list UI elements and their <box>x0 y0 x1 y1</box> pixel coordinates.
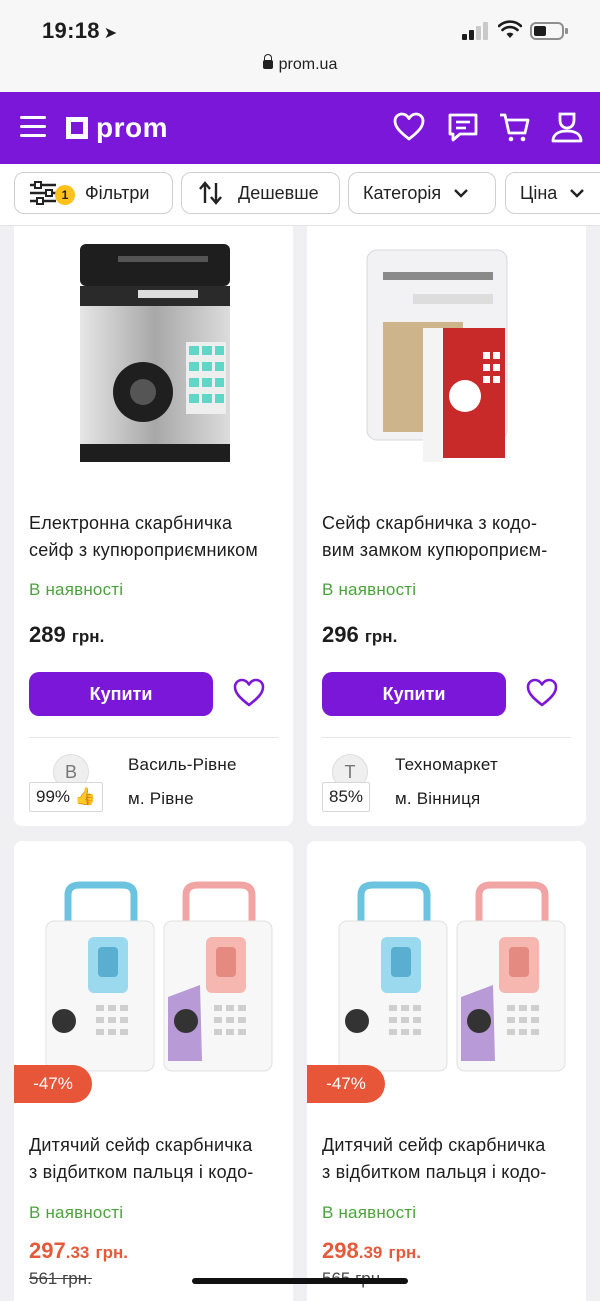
status-time: 19:18 ➤ <box>42 18 118 44</box>
seller-name[interactable]: Василь-Рівне <box>128 755 237 775</box>
prom-logo[interactable]: prom <box>66 112 168 144</box>
clock: 19:18 <box>42 18 100 43</box>
battery-icon <box>530 22 568 40</box>
chevron-down-icon <box>454 189 468 198</box>
divider <box>322 737 571 738</box>
user-profile-icon[interactable] <box>550 110 584 144</box>
chat-icon[interactable] <box>446 110 480 144</box>
product-price: 289 грн. <box>29 622 105 647</box>
filters-label: Фільтри <box>85 182 150 203</box>
category-dropdown[interactable]: Категорія <box>348 172 496 214</box>
product-image[interactable] <box>333 881 567 1081</box>
product-image[interactable] <box>58 232 250 482</box>
site-header: prom <box>0 92 600 164</box>
cellular-signal-icon <box>462 22 490 40</box>
cart-icon[interactable] <box>498 110 532 144</box>
product-image[interactable] <box>40 881 274 1081</box>
menu-icon[interactable] <box>20 116 46 138</box>
filters-count-badge: 1 <box>55 185 75 205</box>
product-image[interactable] <box>353 232 541 482</box>
seller-city: м. Рівне <box>128 789 194 808</box>
availability-status: В наявності <box>322 1203 417 1222</box>
product-card[interactable]: Електронна скарбничка сейф з купюроприємн… <box>14 226 293 826</box>
availability-status: В наявності <box>322 580 417 599</box>
logo-square-icon <box>66 117 88 139</box>
availability-status: В наявності <box>29 580 124 599</box>
thumbs-up-icon: 👍 <box>74 787 96 806</box>
add-to-favorites-icon[interactable] <box>525 676 559 710</box>
filters-button[interactable]: 1 Фільтри <box>14 172 173 214</box>
price-label: Ціна <box>520 182 558 203</box>
product-title[interactable]: Дитячий сейф скарбничка з відбитком пальц… <box>322 1132 582 1186</box>
home-indicator[interactable] <box>192 1278 408 1284</box>
filter-bar: 1 Фільтри Дешевше Категорія Ціна <box>0 164 600 226</box>
favorites-icon[interactable] <box>392 110 426 144</box>
sort-button[interactable]: Дешевше <box>181 172 340 214</box>
product-price: 296 грн. <box>322 622 398 647</box>
old-price: 561 грн. <box>29 1269 92 1288</box>
location-arrow-icon: ➤ <box>103 25 118 42</box>
product-price: 297.33 грн. <box>29 1238 128 1263</box>
lock-icon <box>262 54 273 69</box>
product-card[interactable]: -47% Дитячий сейф скарбничка з відбитком … <box>14 841 293 1301</box>
status-bar: 19:18 ➤ <box>0 0 600 56</box>
product-card[interactable]: -47% Дитячий сейф скарбничка з відбитком … <box>307 841 586 1301</box>
sort-label: Дешевше <box>238 182 319 203</box>
seller-rating: 85% <box>322 782 371 812</box>
availability-status: В наявності <box>29 1203 124 1222</box>
wifi-icon <box>498 20 522 38</box>
buy-button[interactable]: Купити <box>29 672 213 716</box>
buy-button[interactable]: Купити <box>322 672 506 716</box>
add-to-favorites-icon[interactable] <box>232 676 266 710</box>
discount-badge: -47% <box>14 1065 92 1103</box>
sort-arrows-icon <box>199 181 222 205</box>
price-dropdown[interactable]: Ціна <box>505 172 600 214</box>
seller-city: м. Вінниця <box>395 789 481 808</box>
divider <box>29 737 278 738</box>
url-text[interactable]: prom.ua <box>279 56 338 73</box>
product-card[interactable]: Сейф скарбничка з кодо-вим замком купюро… <box>307 226 586 826</box>
product-title[interactable]: Сейф скарбничка з кодо-вим замком купюро… <box>322 510 582 564</box>
address-bar[interactable]: prom.ua <box>0 54 600 92</box>
logo-text: prom <box>96 112 168 143</box>
product-price: 298.39 грн. <box>322 1238 421 1263</box>
product-title[interactable]: Дитячий сейф скарбничка з відбитком пальц… <box>29 1132 289 1186</box>
product-title[interactable]: Електронна скарбничка сейф з купюроприємн… <box>29 510 289 564</box>
chevron-down-icon <box>570 189 585 198</box>
seller-name[interactable]: Техномаркет <box>395 755 498 775</box>
seller-rating: 99% 👍 <box>29 782 103 812</box>
discount-badge: -47% <box>307 1065 385 1103</box>
category-label: Категорія <box>363 182 442 203</box>
